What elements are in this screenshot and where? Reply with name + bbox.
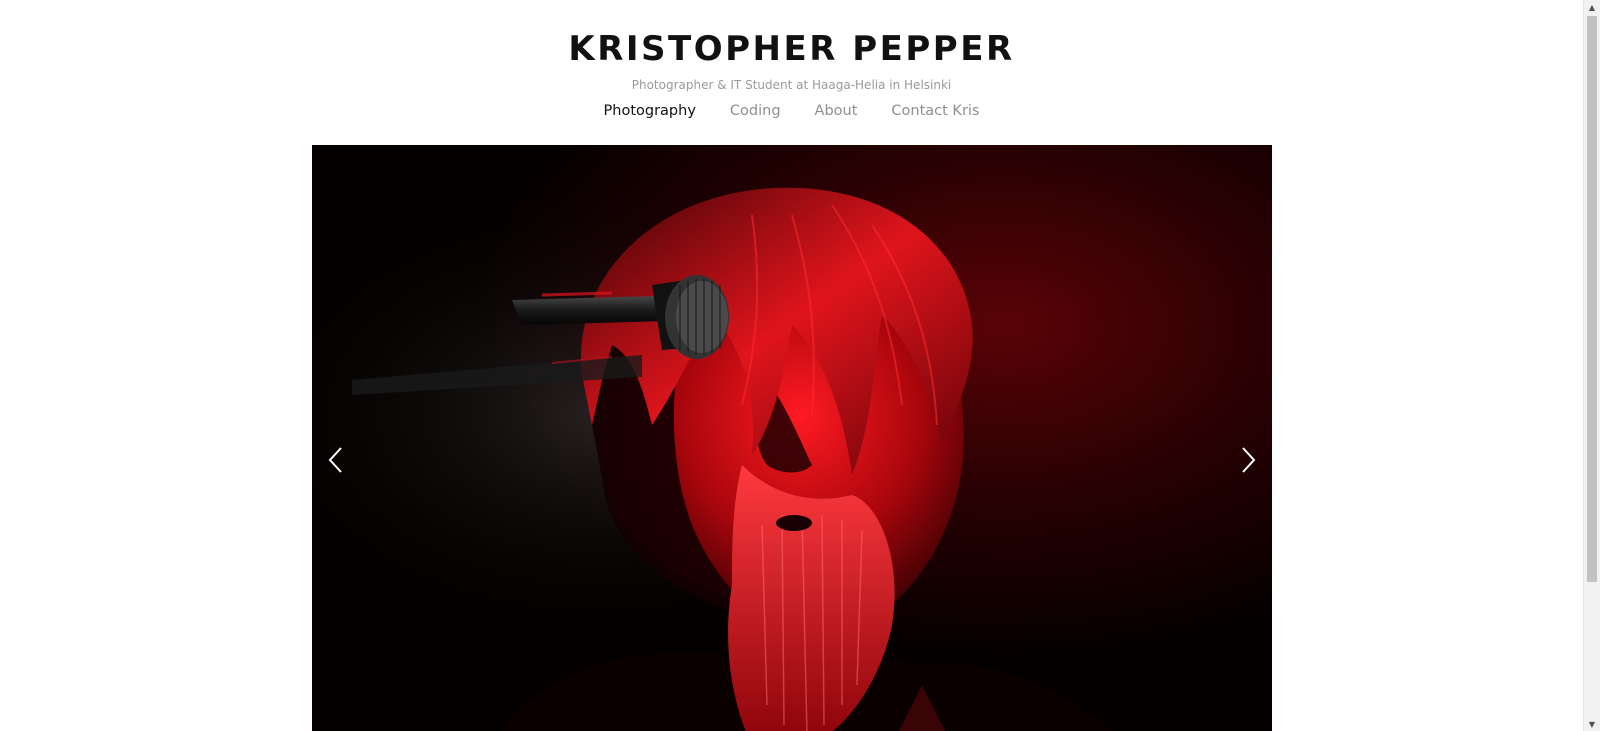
site-subtitle: Photographer & IT Student at Haaga-Helia… bbox=[631, 78, 952, 92]
main-nav: Photography Coding About Contact Kris bbox=[0, 100, 1583, 122]
photo-slideshow[interactable] bbox=[312, 145, 1272, 731]
nav-item-contact[interactable]: Contact Kris bbox=[891, 100, 979, 122]
nav-item-photography[interactable]: Photography bbox=[604, 100, 696, 122]
slideshow-photo bbox=[312, 145, 1272, 731]
chevron-right-icon bbox=[1242, 447, 1256, 473]
nav-item-coding[interactable]: Coding bbox=[730, 100, 781, 122]
vertical-scrollbar[interactable]: ▲ ▼ bbox=[1583, 0, 1600, 731]
page: KRISTOPHER PEPPER Photographer & IT Stud… bbox=[0, 0, 1583, 731]
scroll-up-arrow-icon[interactable]: ▲ bbox=[1584, 0, 1600, 14]
scroll-down-arrow-icon[interactable]: ▼ bbox=[1584, 717, 1600, 731]
prev-slide-button[interactable] bbox=[320, 440, 350, 480]
next-slide-button[interactable] bbox=[1234, 440, 1264, 480]
nav-item-about[interactable]: About bbox=[815, 100, 858, 122]
chevron-left-icon bbox=[328, 447, 342, 473]
scrollbar-thumb[interactable] bbox=[1587, 16, 1597, 582]
site-title[interactable]: KRISTOPHER PEPPER bbox=[0, 27, 1583, 71]
